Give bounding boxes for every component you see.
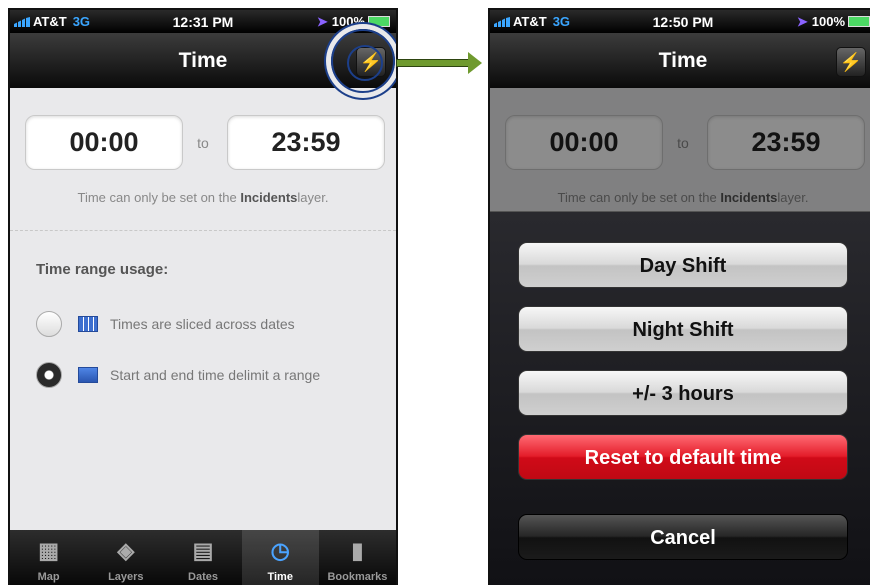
transition-arrow xyxy=(396,52,482,74)
battery-icon xyxy=(368,16,390,27)
calendar-icon: ▤ xyxy=(192,538,214,563)
grid-icon xyxy=(78,316,98,332)
tap-highlight-rings xyxy=(331,29,395,93)
dim-overlay xyxy=(490,88,870,211)
battery-label: 100% xyxy=(811,14,845,29)
nav-bar: Time ⚡ xyxy=(490,33,870,88)
status-bar: AT&T 3G 12:31 PM ➤ 100% xyxy=(10,10,396,33)
clock-icon: ◷ xyxy=(270,538,290,563)
day-shift-button[interactable]: Day Shift xyxy=(518,242,848,288)
time-action-sheet-screen: AT&T 3G 12:50 PM ➤ 100% Time ⚡ 00:00 to 23… xyxy=(488,8,870,585)
night-shift-button[interactable]: Night Shift xyxy=(518,306,848,352)
start-time-field[interactable]: 00:00 xyxy=(25,115,183,170)
battery-icon xyxy=(848,16,870,27)
bookmark-icon: ▮ xyxy=(351,538,364,563)
option-range-label: Start and end time delimit a range xyxy=(110,367,321,383)
tab-dates[interactable]: ▤ Dates xyxy=(164,530,241,585)
time-screen: AT&T 3G 12:31 PM ➤ 100% Time ⚡ 00:00 to 23… xyxy=(8,8,398,585)
quick-time-button[interactable]: ⚡ xyxy=(836,47,866,77)
plus-minus-3-hours-button[interactable]: +/- 3 hours xyxy=(518,370,848,416)
tab-bookmarks[interactable]: ▮ Bookmarks xyxy=(319,530,396,585)
usage-title: Time range usage: xyxy=(36,261,169,278)
tab-bar: ▦ Map ◈ Layers ▤ Dates ◷ Time ▮ Bookmarks xyxy=(10,530,396,585)
range-icon xyxy=(78,367,98,383)
status-bar: AT&T 3G 12:50 PM ➤ 100% xyxy=(490,10,870,33)
tab-layers[interactable]: ◈ Layers xyxy=(87,530,164,585)
location-icon: ➤ xyxy=(796,14,808,29)
divider xyxy=(10,230,396,231)
radio-sliced[interactable] xyxy=(36,311,62,337)
location-icon: ➤ xyxy=(316,14,328,29)
lightning-icon: ⚡ xyxy=(839,52,863,72)
layers-icon: ◈ xyxy=(117,538,135,563)
layer-note: Time can only be set on the Incidentslay… xyxy=(77,190,329,205)
radio-range[interactable] xyxy=(36,362,62,388)
reset-default-time-button[interactable]: Reset to default time xyxy=(518,434,848,480)
action-sheet: Day Shift Night Shift +/- 3 hours Reset … xyxy=(490,211,870,585)
end-time-field[interactable]: 23:59 xyxy=(227,115,385,170)
tab-map[interactable]: ▦ Map xyxy=(10,530,87,585)
page-title: Time xyxy=(658,49,708,72)
cancel-button[interactable]: Cancel xyxy=(518,514,848,560)
option-sliced-label: Times are sliced across dates xyxy=(110,316,295,332)
tab-time[interactable]: ◷ Time xyxy=(241,530,319,585)
battery-label: 100% xyxy=(331,14,365,29)
layer-name: Incidents xyxy=(240,190,298,205)
page-title: Time xyxy=(178,49,228,72)
map-icon: ▦ xyxy=(38,538,59,563)
to-label: to xyxy=(197,135,209,151)
